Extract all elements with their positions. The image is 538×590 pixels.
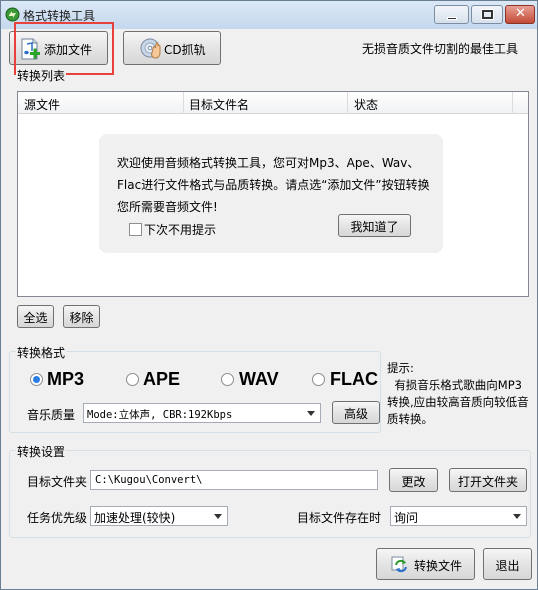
quality-label: 音乐质量 bbox=[27, 408, 76, 422]
close-icon: ✕ bbox=[515, 6, 526, 21]
radio-flac[interactable] bbox=[312, 373, 325, 386]
format-ape-label[interactable]: APE bbox=[143, 369, 180, 390]
dont-show-label: 下次不用提示 bbox=[144, 223, 217, 237]
minimize-button[interactable] bbox=[434, 5, 469, 24]
welcome-panel: 欢迎使用音频格式转换工具，您可对Mp3、Ape、Wav、Flac进行文件格式与品… bbox=[99, 134, 443, 253]
target-folder-value: C:\Kugou\Convert\ bbox=[95, 474, 203, 486]
radio-mp3[interactable] bbox=[30, 373, 43, 386]
radio-wav[interactable] bbox=[221, 373, 234, 386]
remove-button[interactable]: 移除 bbox=[63, 305, 100, 328]
convert-arrows-icon bbox=[391, 556, 407, 573]
convert-file-label: 转换文件 bbox=[414, 559, 463, 573]
main-window: 格式转换工具 ✕ 添加文件 CD抓轨 无损音质文件切割的最佳工具 转换列表 源文… bbox=[0, 0, 538, 590]
chevron-down-icon bbox=[307, 411, 315, 416]
column-divider[interactable] bbox=[512, 92, 513, 114]
column-divider[interactable] bbox=[347, 92, 348, 114]
format-wav-label[interactable]: WAV bbox=[239, 369, 279, 390]
cd-hand-icon bbox=[140, 38, 161, 59]
app-icon bbox=[5, 7, 20, 22]
list-section-label: 转换列表 bbox=[16, 67, 67, 84]
maximize-icon bbox=[481, 9, 494, 20]
open-folder-button[interactable]: 打开文件夹 bbox=[449, 468, 527, 492]
quality-dropdown[interactable]: Mode:立体声, CBR:192Kbps bbox=[83, 403, 321, 423]
cd-rip-label: CD抓轨 bbox=[164, 43, 206, 57]
chevron-down-icon bbox=[214, 514, 222, 519]
list-header: 源文件 目标文件名 状态 bbox=[18, 92, 528, 114]
column-source[interactable]: 源文件 bbox=[24, 96, 60, 113]
got-it-button[interactable]: 我知道了 bbox=[338, 214, 411, 237]
file-exists-dropdown[interactable]: 询问 bbox=[390, 506, 527, 526]
select-all-button[interactable]: 全选 bbox=[17, 305, 54, 328]
target-folder-label: 目标文件夹 bbox=[27, 475, 88, 489]
maximize-button[interactable] bbox=[471, 5, 503, 24]
welcome-text: 欢迎使用音频格式转换工具，您可对Mp3、Ape、Wav、Flac进行文件格式与品… bbox=[117, 156, 430, 214]
target-folder-input[interactable]: C:\Kugou\Convert\ bbox=[90, 470, 378, 490]
format-flac-label[interactable]: FLAC bbox=[330, 369, 378, 390]
tagline: 无损音质文件切割的最佳工具 bbox=[362, 42, 519, 56]
convert-file-button[interactable]: 转换文件 bbox=[376, 548, 475, 580]
exit-button[interactable]: 退出 bbox=[483, 548, 532, 580]
close-button[interactable]: ✕ bbox=[505, 5, 535, 24]
column-target-name[interactable]: 目标文件名 bbox=[189, 96, 249, 113]
format-section-label: 转换格式 bbox=[16, 344, 67, 361]
file-exists-value: 询问 bbox=[394, 511, 419, 525]
priority-value: 加速处理(较快) bbox=[94, 511, 176, 525]
settings-section-label: 转换设置 bbox=[16, 443, 67, 460]
file-exists-label: 目标文件存在时 bbox=[297, 511, 382, 525]
radio-ape[interactable] bbox=[126, 373, 139, 386]
advanced-button[interactable]: 高级 bbox=[332, 401, 380, 424]
dont-show-checkbox[interactable] bbox=[129, 223, 142, 236]
quality-value: Mode:立体声, CBR:192Kbps bbox=[87, 409, 233, 421]
cd-rip-button[interactable]: CD抓轨 bbox=[123, 31, 221, 65]
chevron-down-icon bbox=[513, 514, 521, 519]
column-divider[interactable] bbox=[183, 92, 184, 114]
priority-dropdown[interactable]: 加速处理(较快) bbox=[90, 506, 228, 526]
minimize-icon bbox=[447, 17, 457, 20]
hint-text: 提示: 有损音乐格式歌曲向MP3转换,应由较高音质向较低音质转换。 bbox=[387, 361, 529, 426]
column-status[interactable]: 状态 bbox=[354, 96, 378, 113]
priority-label: 任务优先级 bbox=[27, 511, 88, 525]
change-folder-button[interactable]: 更改 bbox=[389, 468, 438, 492]
format-mp3-label[interactable]: MP3 bbox=[47, 369, 84, 390]
